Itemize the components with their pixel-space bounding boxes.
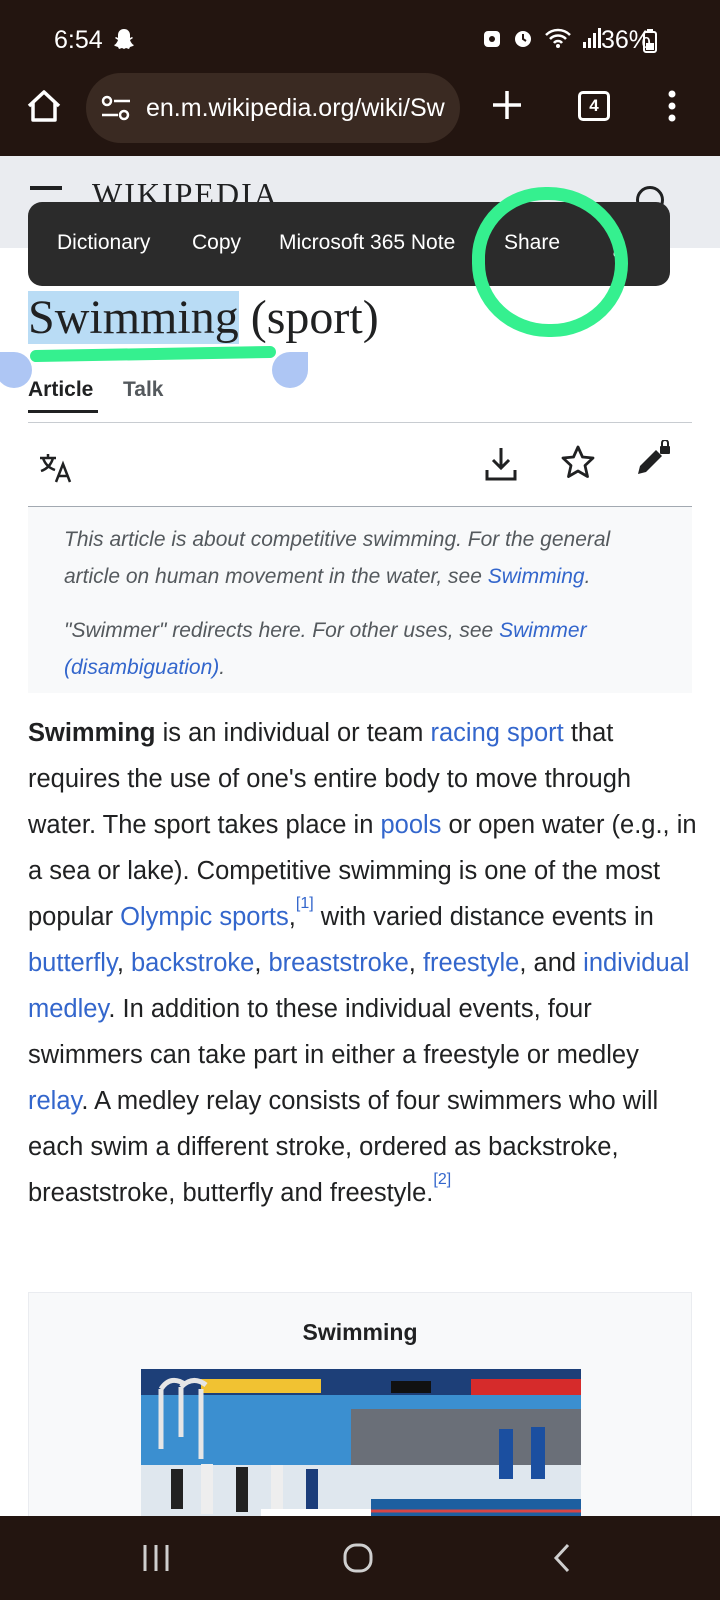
citation-1[interactable]: [1] [296, 895, 314, 912]
download-icon[interactable] [484, 446, 518, 482]
infobox-caption: Swimming [302, 1319, 418, 1345]
signal-icon [583, 28, 601, 48]
edit-locked-icon[interactable] [634, 440, 674, 480]
infobox: Swimming [28, 1292, 692, 1539]
recent-apps-icon[interactable] [142, 1543, 170, 1573]
link-freestyle[interactable]: freestyle [423, 949, 519, 977]
system-nav-bar [0, 1516, 720, 1600]
page-actions [28, 440, 692, 496]
tab-talk[interactable]: Talk [123, 378, 163, 402]
swimming-photo[interactable] [141, 1369, 581, 1539]
back-icon[interactable] [552, 1543, 572, 1573]
status-time: 6:54 [54, 26, 103, 54]
menu-item-dictionary[interactable]: Dictionary [57, 231, 150, 255]
body-text: , [116, 949, 131, 977]
body-text: , [408, 949, 423, 977]
tab-switcher-button[interactable]: 4 [578, 91, 610, 121]
status-bar: 6:54 36% [0, 0, 720, 82]
selected-text[interactable]: Swimming [28, 291, 239, 344]
browser-menu-icon[interactable] [668, 90, 676, 122]
url-bar[interactable]: en.m.wikipedia.org/wiki/Sw [86, 73, 460, 143]
snapchat-icon [114, 29, 134, 49]
divider [28, 422, 692, 423]
link-racing-sport[interactable]: racing sport [431, 719, 564, 747]
watchlist-star-icon[interactable] [560, 444, 596, 480]
menu-item-microsoft-365-note[interactable]: Microsoft 365 Note [279, 231, 467, 255]
body-text: with varied distance events in [313, 903, 654, 931]
new-tab-icon[interactable] [490, 88, 524, 122]
body-text: is an individual or team [155, 719, 431, 747]
battery-icon [643, 29, 657, 53]
menu-item-copy[interactable]: Copy [192, 231, 241, 255]
body-text: , [254, 949, 269, 977]
site-settings-icon[interactable] [100, 94, 132, 122]
alarm-icon [515, 31, 531, 47]
menu-icon[interactable] [30, 186, 62, 190]
link-relay[interactable]: relay [28, 1087, 81, 1115]
body-text: , and [519, 949, 584, 977]
selection-handle-end[interactable] [272, 352, 308, 388]
link-butterfly[interactable]: butterfly [28, 949, 117, 977]
hatnote-line: "Swimmer" redirects here. For other uses… [64, 612, 658, 686]
article-intro: Swimming is an individual or team racing… [28, 719, 697, 1207]
link-olympic-sports[interactable]: Olympic sports [120, 903, 289, 931]
hatnote: This article is about competitive swimmi… [28, 507, 692, 693]
green-underline-annotation [29, 345, 277, 363]
bold-term: Swimming [28, 719, 156, 747]
swimming-photo-illustration [141, 1369, 581, 1539]
link-backstroke[interactable]: backstroke [131, 949, 254, 977]
home-icon[interactable] [24, 86, 64, 126]
citation-2[interactable]: [2] [433, 1171, 451, 1188]
home-nav-icon[interactable] [343, 1542, 373, 1574]
green-circle-annotation [472, 187, 628, 337]
hatnote-text: . [219, 656, 226, 679]
page-title-rest: (sport) [238, 291, 379, 344]
language-icon[interactable] [38, 452, 74, 484]
wifi-icon [545, 28, 571, 48]
hatnote-text: "Swimmer" redirects here. For other uses… [64, 619, 500, 642]
link-breaststroke[interactable]: breaststroke [268, 949, 408, 977]
page-title: Swimming (sport) [28, 290, 379, 345]
hatnote-text: . [584, 565, 591, 588]
link-pools[interactable]: pools [380, 811, 441, 839]
active-tab-indicator [28, 410, 98, 413]
body-text: . In addition to these individual events… [28, 995, 639, 1069]
lock-app-icon [484, 31, 500, 47]
body-text: . A medley relay consists of four swimme… [28, 1087, 659, 1207]
url-text: en.m.wikipedia.org/wiki/Sw [146, 93, 445, 122]
status-icons [482, 27, 602, 49]
tab-article[interactable]: Article [28, 378, 93, 402]
hatnote-line: This article is about competitive swimmi… [64, 521, 658, 595]
link-swimming[interactable]: Swimming [488, 565, 585, 588]
